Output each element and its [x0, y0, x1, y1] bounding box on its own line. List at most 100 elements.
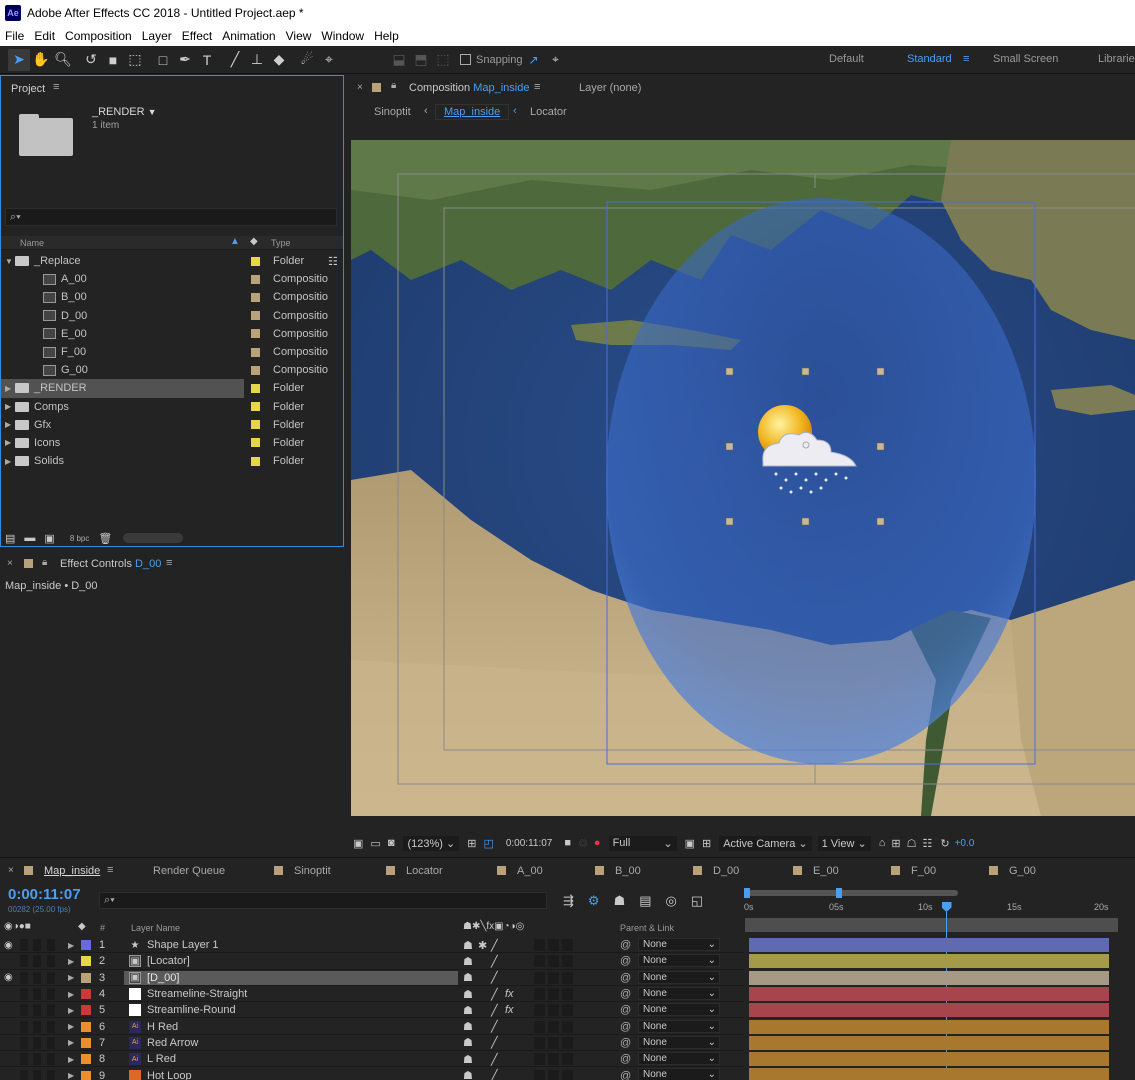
views-dropdown[interactable]: 1 View ⌄	[817, 835, 871, 851]
3d-layer-switch[interactable]	[562, 988, 573, 1001]
layer-tab[interactable]: Layer (none)	[579, 82, 641, 94]
frame-blending-icon[interactable]: ▤	[639, 893, 651, 909]
audio-toggle[interactable]	[20, 1053, 28, 1066]
composition-tab[interactable]: Composition Map_inside	[409, 82, 529, 94]
quality-switch-icon[interactable]: ╱	[491, 1036, 498, 1049]
audio-toggle[interactable]	[20, 1069, 28, 1080]
workspace-default[interactable]: Default	[829, 53, 864, 65]
lock-toggle[interactable]	[47, 1020, 55, 1033]
close-panel-icon[interactable]: ×	[357, 82, 363, 93]
layer-search-input[interactable]: ⌕▾	[99, 892, 547, 909]
parent-dropdown[interactable]: None ⌄	[638, 1068, 720, 1080]
layer-label-swatch[interactable]	[81, 1005, 91, 1016]
audio-toggle[interactable]	[20, 939, 28, 952]
snap-features-icon[interactable]: ⌖	[545, 49, 567, 71]
pick-whip-icon[interactable]: @	[620, 1004, 631, 1016]
3d-layer-switch[interactable]	[562, 1053, 573, 1066]
close-panel-icon[interactable]: ×	[8, 865, 14, 876]
lock-toggle[interactable]	[47, 955, 55, 968]
motion-blur-icon[interactable]: ◎	[666, 893, 677, 909]
hand-tool-icon[interactable]: ✋	[30, 49, 52, 71]
shy-switch-icon[interactable]: ☗	[463, 1053, 473, 1066]
adjustment-switch[interactable]	[548, 1020, 559, 1033]
expand-closed-icon[interactable]: ▶	[68, 1038, 74, 1047]
expand-closed-icon[interactable]: ▶	[5, 420, 15, 429]
audio-toggle[interactable]	[20, 955, 28, 968]
work-area-start-handle[interactable]	[744, 888, 750, 898]
layer-row[interactable]: ▶ 5 Streamline-Round ☗ ╱ fx @ None ⌄	[0, 1002, 1135, 1019]
reset-exposure-button-icon[interactable]: ↻	[940, 837, 949, 850]
camera-tool-icon[interactable]: ■	[102, 49, 124, 71]
solo-toggle[interactable]	[33, 1036, 41, 1049]
breadcrumb-sinoptit[interactable]: Sinoptit	[374, 106, 411, 118]
expand-closed-icon[interactable]: ▶	[68, 1022, 74, 1031]
visibility-eye-icon[interactable]: ◉	[4, 940, 13, 951]
shy-switch-icon[interactable]: ☗	[463, 1069, 473, 1080]
layer-label-swatch[interactable]	[81, 1070, 91, 1080]
layer-duration-bar[interactable]	[749, 1019, 1109, 1034]
zoom-dropdown[interactable]: (123%) ⌄	[403, 835, 460, 851]
time-navigator[interactable]	[745, 918, 1118, 932]
solo-toggle[interactable]	[33, 1020, 41, 1033]
pan-behind-tool-icon[interactable]: ⬚	[124, 49, 146, 71]
type-column-header[interactable]: Type	[271, 238, 291, 248]
3d-layer-switch[interactable]	[562, 1020, 573, 1033]
3d-layer-switch[interactable]	[562, 1004, 573, 1017]
layer-duration-bar[interactable]	[749, 1035, 1109, 1050]
parent-dropdown[interactable]: None ⌄	[638, 1003, 720, 1017]
menu-view[interactable]: View	[281, 29, 317, 43]
layer-row[interactable]: ▶ 4 Streameline-Straight ☗ ╱ fx @ None ⌄	[0, 986, 1135, 1003]
quality-switch-icon[interactable]: ╱	[491, 988, 498, 1001]
adjustment-switch[interactable]	[548, 1036, 559, 1049]
layer-row[interactable]: ▶ 9 Hot Loop ☗ ╱ @ None ⌄	[0, 1067, 1135, 1080]
shy-switch-icon[interactable]: ☗	[463, 1020, 473, 1033]
lock-toggle[interactable]	[47, 988, 55, 1001]
time-ruler[interactable]: 0s 05s 10s 15s 20s	[744, 886, 1118, 916]
solo-toggle[interactable]	[33, 971, 41, 984]
panel-menu-icon[interactable]: ≡	[107, 864, 113, 876]
layer-duration-bar[interactable]	[749, 1068, 1109, 1080]
show-snapshot-icon[interactable]: ♲	[578, 837, 588, 850]
switches-column-icons[interactable]: ☗✱╲fx▣◔◑◎	[463, 921, 524, 932]
project-search-input[interactable]: ⌕▾	[5, 208, 337, 226]
timeline-tab[interactable]: E_00	[813, 865, 839, 877]
layer-name[interactable]: Hot Loop	[147, 1070, 192, 1080]
puppet-pin-tool-icon[interactable]: ⌖	[318, 49, 340, 71]
menu-animation[interactable]: Animation	[217, 29, 280, 43]
effects-switch-icon[interactable]: fx	[505, 1004, 514, 1016]
project-item[interactable]: ▶ Icons Folder	[1, 434, 343, 452]
menu-window[interactable]: Window	[316, 29, 369, 43]
layer-name[interactable]: [D_00]	[147, 972, 179, 984]
pick-whip-icon[interactable]: @	[620, 972, 631, 984]
current-time-display[interactable]: 0:00:11:07	[8, 886, 81, 903]
parent-dropdown[interactable]: None ⌄	[638, 986, 720, 1000]
snap-edges-icon[interactable]: ↗	[523, 49, 545, 71]
flowchart-icon[interactable]: ☷	[328, 255, 338, 268]
snapshot-icon[interactable]: ■	[564, 837, 571, 849]
pen-tool-icon[interactable]: ✒	[174, 49, 196, 71]
menu-help[interactable]: Help	[369, 29, 404, 43]
timeline-tab[interactable]: F_00	[911, 865, 936, 877]
timeline-tab[interactable]: D_00	[713, 865, 739, 877]
adjustment-switch[interactable]	[548, 1069, 559, 1080]
layer-label-swatch[interactable]	[81, 1037, 91, 1048]
audio-toggle[interactable]	[20, 971, 28, 984]
snapping-checkbox[interactable]	[460, 54, 471, 65]
expand-closed-icon[interactable]: ▶	[5, 384, 15, 393]
rotate-tool-icon[interactable]: ↺	[80, 49, 102, 71]
pick-whip-icon[interactable]: @	[620, 1021, 631, 1033]
audio-toggle[interactable]	[20, 1020, 28, 1033]
lock-toggle[interactable]	[47, 1053, 55, 1066]
quality-switch-icon[interactable]: ╱	[491, 1004, 498, 1017]
label-color-swatch[interactable]	[251, 311, 260, 321]
layer-row[interactable]: ▶ 8 Ai L Red ☗ ╱ @ None ⌄	[0, 1051, 1135, 1068]
workspace-menu-icon[interactable]: ≡	[963, 53, 969, 65]
lock-toggle[interactable]	[47, 1004, 55, 1017]
solo-toggle[interactable]	[33, 1004, 41, 1017]
flowchart-icon[interactable]: ☷	[922, 837, 932, 850]
timeline-tab[interactable]: Render Queue	[153, 865, 225, 877]
layer-row[interactable]: ◉ ▶ 1 ★ Shape Layer 1 ☗ ✱ ╱ @ None ⌄	[0, 937, 1135, 954]
label-color-swatch[interactable]	[251, 347, 260, 357]
label-color-swatch[interactable]	[251, 365, 260, 375]
effect-controls-title[interactable]: Effect Controls D_00	[60, 558, 161, 570]
